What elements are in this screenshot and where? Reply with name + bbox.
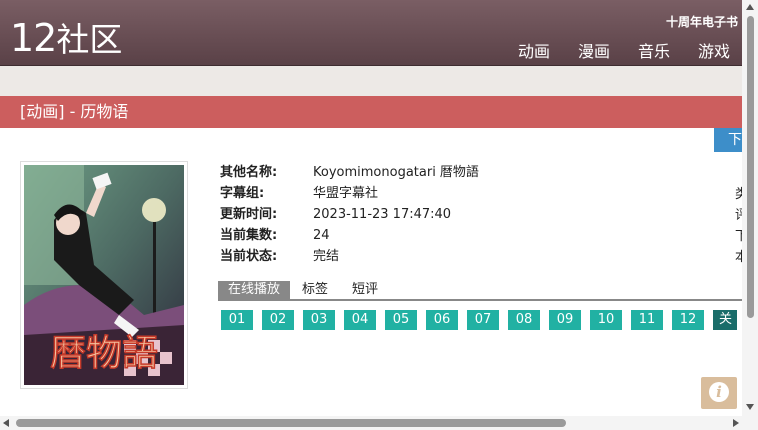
episode-button[interactable]: 03	[303, 310, 335, 330]
nav-anime[interactable]: 动画	[518, 38, 550, 62]
episode-button[interactable]: 01	[221, 310, 253, 330]
right-label-type: 类	[735, 187, 742, 202]
detail-row: 更新时间: 2023-11-23 17:47:40	[220, 204, 479, 225]
scroll-right-icon[interactable]	[733, 419, 739, 427]
horizontal-scroll-thumb[interactable]	[16, 419, 566, 427]
page-title: [动画] - 历物语	[0, 96, 742, 128]
episode-list: 01 02 03 04 05 06 07 08 09 10 11 12 关	[221, 310, 737, 330]
detail-value: 24	[313, 228, 330, 243]
episode-button[interactable]: 06	[426, 310, 458, 330]
horizontal-scrollbar[interactable]	[0, 416, 758, 430]
page-viewport: 12社区 十周年电子书 动画 漫画 音乐 游戏 [动画] - 历物语 下 暦物語…	[0, 0, 742, 416]
poster-image[interactable]: 暦物語	[20, 161, 188, 389]
scroll-left-icon[interactable]	[3, 419, 9, 427]
tab-short-reviews[interactable]: 短评	[340, 281, 390, 299]
episode-button[interactable]: 04	[344, 310, 376, 330]
logo-text: 社区	[56, 20, 123, 59]
download-button[interactable]: 下	[714, 128, 742, 152]
episode-button[interactable]: 11	[631, 310, 663, 330]
detail-list: 其他名称: Koyomimonogatari 暦物語 字幕组: 华盟字幕社 更新时间…	[220, 162, 479, 267]
right-label-rating: 评	[735, 208, 742, 223]
episode-button[interactable]: 10	[590, 310, 622, 330]
detail-label: 当前状态:	[220, 249, 278, 264]
detail-label: 更新时间:	[220, 207, 278, 222]
detail-label: 其他名称:	[220, 165, 278, 180]
detail-row: 当前状态: 完结	[220, 246, 479, 267]
detail-value: Koyomimonogatari 暦物語	[313, 165, 479, 180]
detail-value: 完结	[313, 249, 340, 264]
info-icon: i	[709, 382, 729, 402]
poster-title-art: 暦物語	[50, 333, 158, 374]
nav-music[interactable]: 音乐	[638, 38, 670, 62]
site-logo[interactable]: 12社区	[10, 14, 122, 64]
logo-number: 12	[10, 16, 57, 60]
episode-more-button[interactable]: 关	[713, 310, 737, 330]
tab-tags[interactable]: 标签	[290, 281, 340, 299]
detail-row: 其他名称: Koyomimonogatari 暦物語	[220, 162, 479, 183]
episode-button[interactable]: 02	[262, 310, 294, 330]
main-nav: 动画 漫画 音乐 游戏	[518, 38, 730, 62]
detail-right-column: 类 评 下 本	[735, 184, 742, 268]
detail-value: 2023-11-23 17:47:40	[313, 207, 452, 222]
vertical-scrollbar[interactable]	[742, 0, 758, 416]
header-band	[0, 66, 742, 96]
scroll-up-icon[interactable]	[746, 4, 754, 10]
content-tabs: 在线播放 标签 短评	[218, 281, 742, 301]
episode-button[interactable]: 07	[467, 310, 499, 330]
nav-games[interactable]: 游戏	[698, 38, 730, 62]
tab-online-play[interactable]: 在线播放	[218, 281, 291, 299]
detail-label: 字幕组:	[220, 186, 265, 201]
detail-row: 当前集数: 24	[220, 225, 479, 246]
ebook-link[interactable]: 十周年电子书	[666, 13, 738, 30]
detail-row: 字幕组: 华盟字幕社	[220, 183, 479, 204]
vertical-scroll-thumb[interactable]	[747, 16, 754, 318]
episode-button[interactable]: 05	[385, 310, 417, 330]
detail-label: 当前集数:	[220, 228, 278, 243]
right-label-original: 本	[735, 250, 742, 265]
site-header: 12社区 十周年电子书 动画 漫画 音乐 游戏	[0, 0, 742, 66]
right-label-download: 下	[735, 229, 742, 244]
info-button[interactable]: i	[701, 377, 737, 409]
episode-button[interactable]: 12	[672, 310, 704, 330]
detail-value: 华盟字幕社	[313, 186, 379, 201]
episode-button[interactable]: 09	[549, 310, 581, 330]
episode-button[interactable]: 08	[508, 310, 540, 330]
nav-manga[interactable]: 漫画	[578, 38, 610, 62]
scroll-down-icon[interactable]	[746, 404, 754, 410]
